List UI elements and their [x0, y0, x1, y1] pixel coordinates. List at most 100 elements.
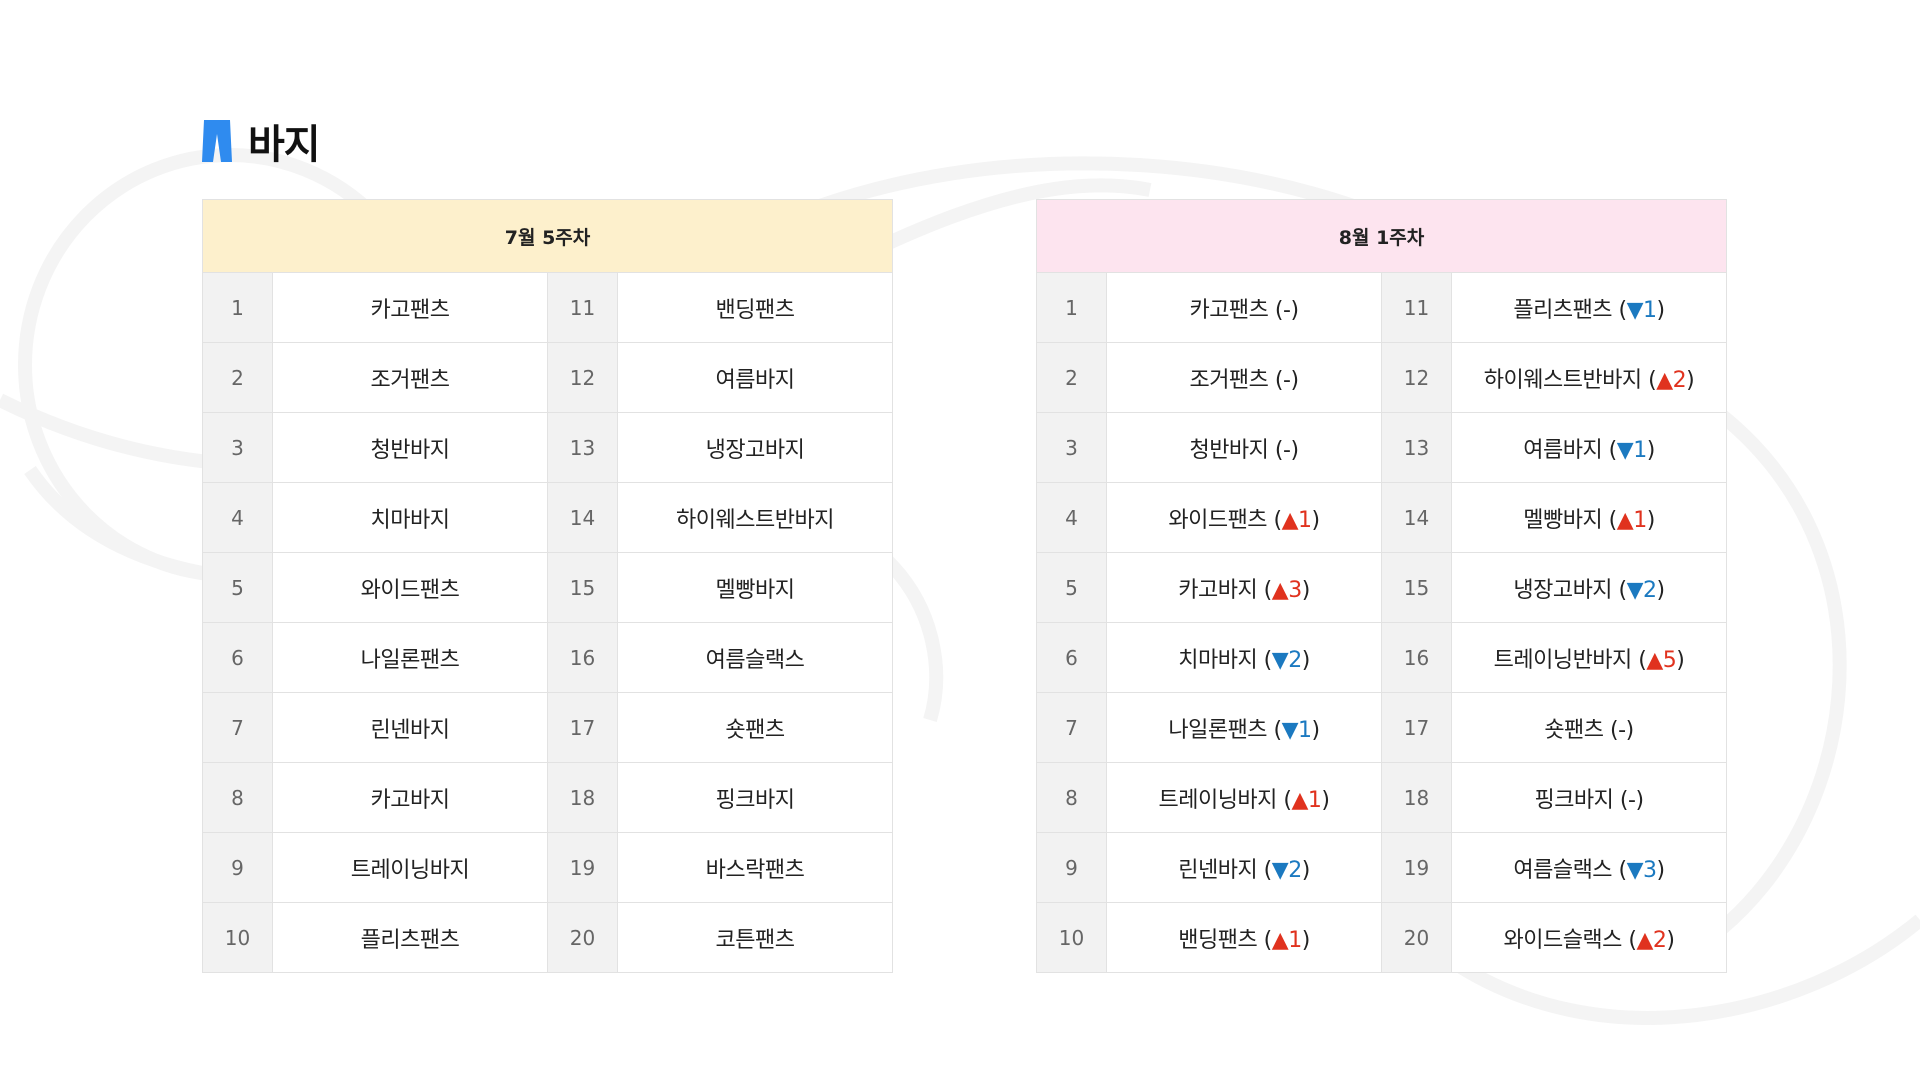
item-name: 치마바지: [1178, 647, 1258, 673]
rank-value: 11: [569, 295, 596, 320]
rank-value: 3: [1065, 435, 1078, 460]
rank-change: (▲3): [1257, 577, 1311, 603]
item-cell: 린넨바지 (▼2): [1106, 832, 1382, 903]
rank-change-value: 1: [1633, 507, 1647, 533]
rank-up-icon: ▲: [1656, 367, 1673, 393]
rank-value: 17: [1403, 715, 1430, 740]
item-cell: 와이드팬츠 (▲1): [1106, 482, 1382, 553]
rank-number: 3: [202, 412, 273, 483]
item-name: 플리츠팬츠: [360, 927, 460, 953]
item-name: 조거팬츠: [370, 367, 450, 393]
table-row: 7 나일론팬츠 (▼1) 17 숏팬츠 (-): [1036, 692, 1727, 763]
rank-value: 16: [1403, 645, 1430, 670]
pants-icon: [202, 120, 232, 162]
rank-change: (▲1): [1267, 507, 1321, 533]
item-cell: 하이웨스트반바지 (▲2): [1451, 342, 1727, 413]
item-cell: 여름바지 (▼1): [1451, 412, 1727, 483]
table-row: 3 청반바지 13 냉장고바지: [202, 412, 893, 483]
rank-change: (-): [1268, 437, 1299, 463]
item-cell: 냉장고바지 (▼2): [1451, 552, 1727, 623]
item-name: 트레이닝바지: [1158, 787, 1277, 813]
rank-change-value: -: [1618, 717, 1626, 743]
rank-value: 14: [1403, 505, 1430, 530]
item-cell: 카고팬츠 (-): [1106, 272, 1382, 343]
rank-change: (▼1): [1602, 437, 1656, 463]
rank-value: 12: [569, 365, 596, 390]
item-cell: 핑크바지: [617, 762, 893, 833]
item-name: 멜빵바지: [1523, 507, 1603, 533]
rank-up-icon: ▲: [1636, 927, 1654, 953]
item-cell: 치마바지: [272, 482, 548, 553]
rank-down-icon: ▼: [1271, 857, 1289, 883]
rank-value: 4: [1065, 505, 1078, 530]
table-row: 8 트레이닝바지 (▲1) 18 핑크바지 (-): [1036, 762, 1727, 833]
item-name: 와이드슬랙스: [1503, 927, 1622, 953]
rank-number: 9: [202, 832, 273, 903]
rank-value: 2: [1065, 365, 1078, 390]
item-name: 여름바지: [1523, 437, 1603, 463]
rank-number: 2: [1036, 342, 1107, 413]
rank-change-value: -: [1283, 437, 1291, 463]
item-cell: 트레이닝바지 (▲1): [1106, 762, 1382, 833]
rank-change-value: 2: [1288, 857, 1302, 883]
rank-value: 19: [569, 855, 596, 880]
rank-change-value: 5: [1662, 647, 1677, 673]
item-cell: 조거팬츠: [272, 342, 548, 413]
rank-change: (▲5): [1631, 647, 1685, 673]
rank-number: 4: [202, 482, 273, 553]
rank-change: (▲1): [1602, 507, 1656, 533]
rank-number: 4: [1036, 482, 1107, 553]
rank-value: 9: [231, 855, 244, 880]
item-cell: 와이드슬랙스 (▲2): [1451, 902, 1727, 973]
rank-change: (▼2): [1612, 577, 1666, 603]
item-name: 바스락팬츠: [705, 857, 805, 883]
rank-number: 13: [547, 412, 618, 483]
item-name: 카고바지: [1178, 577, 1258, 603]
rank-number: 13: [1381, 412, 1452, 483]
rank-change-value: -: [1628, 787, 1636, 813]
item-name: 와이드팬츠: [1168, 507, 1268, 533]
rank-change-value: -: [1283, 297, 1291, 323]
item-name: 플리츠팬츠: [1513, 297, 1613, 323]
item-cell: 여름슬랙스 (▼3): [1451, 832, 1727, 903]
item-cell: 멜빵바지: [617, 552, 893, 623]
item-name: 냉장고바지: [705, 437, 805, 463]
item-name: 숏팬츠: [1544, 717, 1604, 743]
ranking-table-previous-week: 7월 5주차 1 카고팬츠 11 밴딩팬츠 2 조거팬츠 12 여름바지 3 청반바지 13 냉장고바…: [202, 199, 893, 973]
item-name: 트레이닝반바지: [1493, 647, 1633, 673]
rank-value: 2: [231, 365, 244, 390]
table-row: 1 카고팬츠 (-) 11 플리츠팬츠 (▼1): [1036, 272, 1727, 343]
rank-change: (▼1): [1267, 717, 1321, 743]
item-name: 카고팬츠: [370, 297, 450, 323]
item-name: 밴딩팬츠: [1178, 927, 1258, 953]
rank-change: (-): [1603, 717, 1634, 743]
rank-value: 10: [224, 925, 251, 950]
table-row: 6 나일론팬츠 16 여름슬랙스: [202, 622, 893, 693]
rank-value: 1: [1065, 295, 1078, 320]
rank-number: 18: [547, 762, 618, 833]
rank-number: 1: [1036, 272, 1107, 343]
rank-value: 15: [569, 575, 596, 600]
item-name: 여름슬랙스: [705, 647, 805, 673]
table-row: 5 카고바지 (▲3) 15 냉장고바지 (▼2): [1036, 552, 1727, 623]
item-cell: 밴딩팬츠: [617, 272, 893, 343]
table-row: 4 치마바지 14 하이웨스트반바지: [202, 482, 893, 553]
rank-value: 20: [569, 925, 596, 950]
item-name: 밴딩팬츠: [715, 297, 795, 323]
rank-value: 18: [569, 785, 596, 810]
rank-number: 2: [202, 342, 273, 413]
item-cell: 린넨바지: [272, 692, 548, 763]
item-cell: 밴딩팬츠 (▲1): [1106, 902, 1382, 973]
rank-number: 10: [1036, 902, 1107, 973]
item-cell: 핑크바지 (-): [1451, 762, 1727, 833]
rank-value: 5: [1065, 575, 1078, 600]
table-row: 8 카고바지 18 핑크바지: [202, 762, 893, 833]
item-name: 치마바지: [370, 507, 450, 533]
rank-value: 5: [231, 575, 244, 600]
item-cell: 냉장고바지: [617, 412, 893, 483]
item-name: 코튼팬츠: [715, 927, 795, 953]
rank-up-icon: ▲: [1291, 787, 1309, 813]
item-name: 조거팬츠: [1189, 367, 1269, 393]
rank-number: 12: [547, 342, 618, 413]
item-name: 멜빵바지: [715, 577, 795, 603]
